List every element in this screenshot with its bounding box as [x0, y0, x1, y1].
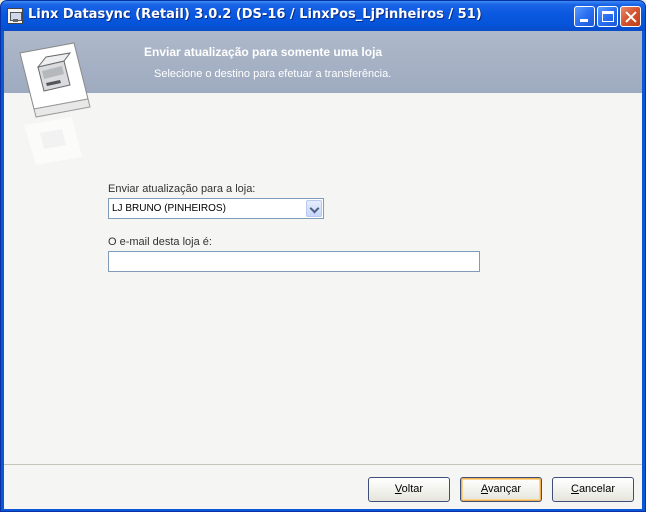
maximize-icon [602, 11, 614, 22]
store-label: Enviar atualização para a loja: [108, 183, 256, 195]
title-bar[interactable]: Linx Datasync (Retail) 3.0.2 (DS-16 / Li… [1, 1, 645, 31]
store-select[interactable]: LJ BRUNO (PINHEIROS) [108, 198, 324, 219]
back-button[interactable]: Voltar [368, 477, 450, 502]
wizard-client-area: Enviar atualização para somente uma loja… [4, 31, 642, 509]
receipt-printer-icon [19, 42, 91, 165]
wizard-step-title: Enviar atualização para somente uma loja [144, 45, 383, 59]
next-button[interactable]: Avançar [460, 477, 542, 502]
maximize-button[interactable] [597, 6, 618, 27]
window-title: Linx Datasync (Retail) 3.0.2 (DS-16 / Li… [28, 7, 482, 22]
wizard-step-subtitle: Selecione o destino para efetuar a trans… [154, 68, 392, 80]
close-button[interactable] [620, 6, 641, 27]
email-label: O e-mail desta loja é: [108, 236, 212, 248]
wizard-header-banner: Enviar atualização para somente uma loja… [4, 31, 642, 93]
footer-divider [4, 464, 642, 465]
email-input[interactable] [108, 251, 480, 272]
minimize-icon [580, 19, 588, 22]
app-window: Linx Datasync (Retail) 3.0.2 (DS-16 / Li… [0, 0, 646, 512]
app-icon[interactable] [7, 8, 23, 24]
cancel-button[interactable]: Cancelar [552, 477, 634, 502]
minimize-button[interactable] [574, 6, 595, 27]
chevron-down-icon[interactable] [306, 200, 322, 217]
store-select-value: LJ BRUNO (PINHEIROS) [112, 203, 226, 214]
